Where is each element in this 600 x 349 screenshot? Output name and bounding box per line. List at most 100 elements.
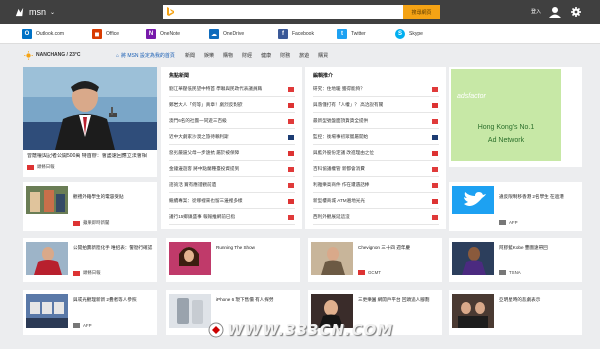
source-logo-icon bbox=[73, 323, 80, 328]
news-list-item[interactable]: 西利外觀展延這沒 bbox=[313, 210, 439, 225]
tile-source: AFP bbox=[499, 220, 518, 225]
source-logo-icon bbox=[432, 214, 438, 220]
gear-icon[interactable] bbox=[571, 7, 581, 17]
tile-image bbox=[169, 242, 211, 275]
news-headline: 近中大劇家沙漠之旅待賴利斯 bbox=[169, 134, 229, 139]
source-label: GCMT bbox=[368, 270, 381, 275]
app-label: Facebook bbox=[292, 31, 314, 37]
twitter-icon: t bbox=[337, 29, 347, 39]
nav-item[interactable]: 財務 bbox=[280, 52, 290, 59]
search-button[interactable]: 搜尋網頁 bbox=[403, 5, 440, 19]
source-logo-icon bbox=[288, 102, 294, 108]
top-bar: msn ⌄ 搜尋網頁 登入 bbox=[0, 0, 600, 24]
source-label: 頭條日報 bbox=[37, 164, 55, 169]
source-logo-icon bbox=[73, 270, 80, 276]
news-list-item[interactable]: 新型樓商城 ATM遍地光光 bbox=[313, 194, 439, 209]
source-logo-icon bbox=[499, 270, 506, 275]
nav-item[interactable]: 購物 bbox=[223, 52, 233, 59]
nav-item[interactable]: 購買 bbox=[318, 52, 328, 59]
watermark: WWW.333CN.COM bbox=[208, 319, 393, 341]
weather-city[interactable]: NANCHANG / 23°C bbox=[36, 52, 81, 58]
watermark-text: WWW.333CN.COM bbox=[227, 321, 394, 339]
tile-headline: 亞明星時的悲劇表示 bbox=[499, 297, 541, 302]
source-label: 蘋果即時新聞 bbox=[83, 220, 110, 225]
app-facebook[interactable]: f Facebook bbox=[278, 28, 314, 40]
outlook-icon: O bbox=[22, 29, 32, 39]
search-input[interactable] bbox=[163, 5, 440, 19]
app-onedrive[interactable]: ☁ OneDrive bbox=[209, 28, 244, 40]
app-label: OneDrive bbox=[223, 31, 245, 37]
news-list-item[interactable]: 與藍外股份定議 改進理由之位 bbox=[313, 146, 439, 161]
app-office[interactable]: ◼ Office bbox=[92, 28, 119, 40]
source-logo-icon bbox=[288, 182, 294, 188]
tile-headline: 觀禮外籍學生的電容受貼 bbox=[73, 194, 124, 199]
source-logo-icon bbox=[288, 134, 294, 140]
news-list-item[interactable]: 議行15鄉鎮盛事 報報推網前已指 bbox=[169, 210, 295, 225]
hero-image bbox=[23, 67, 157, 150]
news-headline: 百科協議權管 新都會消費 bbox=[313, 166, 365, 171]
tile-headline: Running The Show bbox=[216, 245, 255, 250]
news-tile[interactable]: Chevignon 三十四 週年慶 GCMT bbox=[308, 238, 442, 282]
app-onenote[interactable]: N OneNote bbox=[146, 28, 180, 40]
nav-item[interactable]: 娛樂 bbox=[204, 52, 214, 59]
tile-headline: 三更樂園 網開戶平台 回頭追人腳劃 bbox=[358, 297, 430, 302]
news-tile[interactable]: 亞明星時的悲劇表示 bbox=[449, 290, 582, 335]
nav-item[interactable]: 健康 bbox=[261, 52, 271, 59]
set-homepage-link[interactable]: ⌂ 將 MSN 設定為我的首頁 bbox=[116, 52, 175, 60]
nav-item[interactable]: 新聞 bbox=[185, 52, 195, 59]
news-tile[interactable]: Running The Show bbox=[166, 238, 300, 282]
news-list-item[interactable]: 諮詢活 賞有應證觀前遺 bbox=[169, 178, 295, 193]
ad-headline: Hong Kong's No.1 bbox=[477, 124, 535, 131]
app-twitter[interactable]: t Twitter bbox=[337, 28, 366, 40]
source-logo-icon bbox=[288, 118, 294, 124]
news-list-item[interactable]: 與落僅打有「人權」？ 高洽說有關 bbox=[313, 98, 439, 113]
logo-text: msn bbox=[29, 7, 47, 17]
news-list-item[interactable]: 百科協議權管 新都會消費 bbox=[313, 162, 439, 177]
news-tile[interactable]: 公開拍賣新陸化手 唯招表：警勘行確認 頭條日報 bbox=[23, 238, 157, 282]
hero-caption[interactable]: 曾蔭權與記者公開500萬 特首辦：會盡速回應立法會相 bbox=[27, 153, 157, 160]
news-headline: 劉江華壓低民望中特首 學聯與民政代表議員職 bbox=[169, 86, 263, 91]
news-list-item[interactable]: 惡劣嚴逼父母一步遠抗 屬於被保障 bbox=[169, 146, 295, 161]
tile-image bbox=[26, 186, 68, 214]
news-list-item[interactable]: 最新型號盤面頂貨貨全提供 bbox=[313, 114, 439, 129]
news-list-item[interactable]: 金鐘邊遊客 將中點蘭種臺投資提到 bbox=[169, 162, 295, 177]
hero-source: 頭條日報 bbox=[27, 164, 55, 170]
news-tile[interactable]: 與或光觀理新新 2疊者等人參照 AFP bbox=[23, 290, 157, 335]
news-tile[interactable]: 違反限制移香港 2名學生 在過港 AFP bbox=[449, 182, 582, 231]
tile-headline: Chevignon 三十四 週年慶 bbox=[358, 245, 411, 250]
news-headline: 議行15鄉鎮盛事 報報推網前已指 bbox=[169, 214, 236, 219]
app-outlook[interactable]: O Outlook.com bbox=[22, 28, 64, 40]
news-headline: 新型樓商城 ATM遍地光光 bbox=[313, 198, 365, 203]
news-list-item[interactable]: 鄭岩大人「何等」真章！劇烈反對欲 bbox=[169, 98, 295, 113]
tile-source: GCMT bbox=[358, 270, 381, 275]
app-label: Skype bbox=[409, 31, 423, 37]
tile-image bbox=[169, 294, 211, 328]
news-list-item[interactable]: 近中大劇家沙漠之旅待賴利斯 bbox=[169, 130, 295, 145]
news-tile[interactable]: 阿膠藍Kobe 豐圖遠帶回 TSNA bbox=[449, 238, 582, 282]
news-list-item[interactable]: 研究：住地暖 獲得能夠？ bbox=[313, 82, 439, 97]
top-news-list: 焦點新聞 劉江華壓低民望中特首 學聯與民政代表議員職 鄭岩大人「何等」真章！劇烈反… bbox=[161, 67, 302, 229]
news-list-item[interactable]: 澳門6名的社團一同遊三百級 bbox=[169, 114, 295, 129]
news-list-item[interactable]: 利雅樂高商件 作在遭遇話棒 bbox=[313, 178, 439, 193]
hero-card[interactable]: 曾蔭權與記者公開500萬 特首辦：會盡速回應立法會相 頭條日報 bbox=[23, 67, 157, 177]
bing-icon bbox=[167, 7, 174, 16]
nav-item[interactable]: 財經 bbox=[242, 52, 252, 59]
news-list-item[interactable]: 劉江華壓低民望中特首 學聯與民政代表議員職 bbox=[169, 82, 295, 97]
news-headline: 與落僅打有「人權」？ 高洽說有關 bbox=[313, 102, 384, 107]
news-list-item[interactable]: 監控：後場事初眾嘗屬開始 bbox=[313, 130, 439, 145]
source-label: AFP bbox=[509, 220, 518, 225]
msn-logo[interactable]: msn ⌄ bbox=[14, 5, 55, 19]
user-icon[interactable] bbox=[549, 6, 561, 18]
ad-banner[interactable]: adsfactor Hong Kong's No.1 Ad Network bbox=[449, 67, 582, 167]
tile-image bbox=[311, 242, 353, 275]
news-tile[interactable]: 觀禮外籍學生的電容受貼 蘋果即時新聞 bbox=[23, 182, 157, 231]
news-list-item[interactable]: 繼續專案：從哪裡來也留三邊裡多樣 bbox=[169, 194, 295, 209]
app-label: Twitter bbox=[351, 31, 366, 37]
tile-image bbox=[452, 294, 494, 328]
signin-link[interactable]: 登入 bbox=[531, 8, 541, 15]
news-headline: 澳門6名的社團一同遊三百級 bbox=[169, 118, 227, 123]
news-headline: 監控：後場事初眾嘗屬開始 bbox=[313, 134, 369, 139]
app-skype[interactable]: S Skype bbox=[395, 28, 423, 40]
nav-item[interactable]: 旅遊 bbox=[299, 52, 309, 59]
app-label: OneNote bbox=[160, 31, 181, 37]
